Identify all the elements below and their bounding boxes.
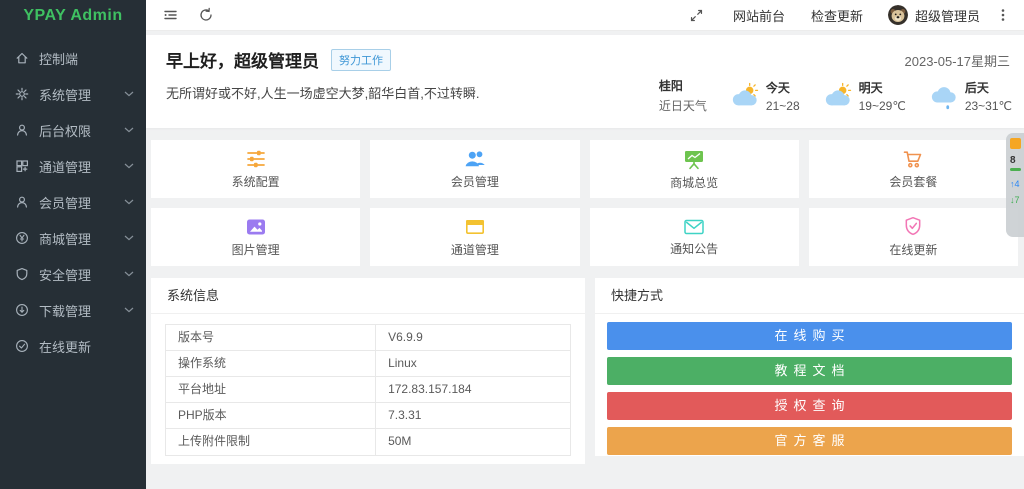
envelope-icon — [682, 218, 706, 236]
topbar-right: 网站前台 检查更新 超级管理员 — [689, 5, 1016, 25]
quick-shortcuts-panel: 快捷方式 在线购买 教程文档 授权查询 官方客服 — [595, 278, 1024, 456]
chevron-down-icon — [124, 163, 134, 169]
greeting-title: 早上好，超级管理员 — [166, 47, 319, 72]
sidebar-item-console[interactable]: 控制端 — [0, 40, 146, 76]
weather-day-today: 今天 21~28 — [729, 79, 800, 113]
tutorial-docs-button[interactable]: 教程文档 — [607, 357, 1012, 385]
weather-day-tomorrow: 明天 19~29℃ — [822, 79, 906, 113]
chevron-down-icon — [124, 127, 134, 133]
collapse-menu-icon[interactable] — [162, 7, 178, 23]
channels-icon — [15, 159, 29, 173]
app-logo: YPAY Admin — [0, 0, 146, 32]
quick-shortcuts-list: 在线购买 教程文档 授权查询 官方客服 — [595, 314, 1024, 455]
table-row: 平台地址 172.83.157.184 — [166, 377, 570, 403]
sidebar-item-mall[interactable]: 商城管理 — [0, 220, 146, 256]
shortcut-cards: 系统配置 会员管理 商城总览 会员套餐 图片管理 — [151, 140, 1018, 266]
card-member-plans[interactable]: 会员套餐 — [809, 140, 1018, 198]
widget-score: 8 — [1010, 155, 1024, 166]
widget-up-stat: ↑4 — [1010, 179, 1024, 189]
more-menu-icon[interactable] — [996, 7, 1010, 23]
system-info-panel: 系统信息 版本号 V6.9.9 操作系统 Linux 平台地址 172.83.1… — [151, 278, 585, 464]
chevron-down-icon — [124, 199, 134, 205]
home-icon — [15, 51, 29, 65]
current-date: 2023-05-17星期三 — [905, 51, 1011, 70]
gear-icon — [15, 87, 29, 101]
sidebar-item-system[interactable]: 系统管理 — [0, 76, 146, 112]
check-update-link[interactable]: 检查更新 — [798, 6, 876, 25]
sidebar-item-security[interactable]: 安全管理 — [0, 256, 146, 292]
sidebar: YPAY Admin 控制端 系统管理 后台权限 — [0, 0, 146, 489]
sidebar-item-online-update[interactable]: 在线更新 — [0, 328, 146, 364]
refresh-icon[interactable] — [198, 7, 214, 23]
card-mall-overview[interactable]: 商城总览 — [590, 140, 799, 198]
table-row: 上传附件限制 50M — [166, 429, 570, 455]
weather-widget: 桂阳 近日天气 今天 21~28 明天 19~29℃ — [659, 77, 1012, 114]
card-notice[interactable]: 通知公告 — [590, 208, 799, 266]
greeting-title-row: 早上好，超级管理员 努力工作 — [166, 47, 391, 72]
card-member-manage[interactable]: 会员管理 — [370, 140, 579, 198]
weather-city: 桂阳 近日天气 — [659, 77, 707, 114]
topbar: 网站前台 检查更新 超级管理员 — [146, 0, 1024, 31]
table-row: 操作系统 Linux — [166, 351, 570, 377]
sidebar-item-admin-perms[interactable]: 后台权限 — [0, 112, 146, 148]
current-user[interactable]: 超级管理员 — [915, 6, 980, 25]
main-content: 早上好，超级管理员 努力工作 2023-05-17星期三 无所谓好或不好,人生一… — [146, 31, 1024, 489]
chevron-down-icon — [124, 271, 134, 277]
user-icon — [15, 195, 29, 209]
card-image-manage[interactable]: 图片管理 — [151, 208, 360, 266]
shield-check-icon — [902, 216, 924, 237]
sidebar-menu: 控制端 系统管理 后台权限 通道管理 — [0, 40, 146, 364]
fullscreen-icon[interactable] — [689, 8, 704, 23]
user-icon — [15, 123, 29, 137]
yen-circle-icon — [15, 231, 29, 245]
card-system-config[interactable]: 系统配置 — [151, 140, 360, 198]
greeting-panel: 早上好，超级管理员 努力工作 2023-05-17星期三 无所谓好或不好,人生一… — [146, 35, 1024, 128]
presentation-board-icon — [682, 148, 706, 170]
widget-down-stat: ↓7 — [1010, 195, 1024, 205]
sliders-icon — [244, 149, 268, 169]
rain-cloud-icon — [928, 82, 960, 110]
weather-day-after: 后天 23~31℃ — [928, 79, 1012, 113]
table-row: PHP版本 7.3.31 — [166, 403, 570, 429]
sidebar-item-downloads[interactable]: 下载管理 — [0, 292, 146, 328]
table-row: 版本号 V6.9.9 — [166, 325, 570, 351]
sidebar-item-members[interactable]: 会员管理 — [0, 184, 146, 220]
widget-progress-bar — [1010, 168, 1021, 171]
partly-cloudy-icon — [822, 82, 854, 110]
license-query-button[interactable]: 授权查询 — [607, 392, 1012, 420]
chevron-down-icon — [124, 235, 134, 241]
buy-online-button[interactable]: 在线购买 — [607, 322, 1012, 350]
frontend-link[interactable]: 网站前台 — [720, 6, 798, 25]
shield-icon — [15, 267, 29, 281]
card-channel-manage[interactable]: 通道管理 — [370, 208, 579, 266]
sidebar-item-channels[interactable]: 通道管理 — [0, 148, 146, 184]
floating-widget[interactable]: 8 ↑4 ↓7 — [1006, 133, 1024, 237]
greeting-subtitle: 无所谓好或不好,人生一场虚空大梦,韶华白首,不过转瞬. — [166, 83, 479, 102]
window-icon — [463, 217, 487, 237]
download-circle-icon — [15, 303, 29, 317]
status-badge: 努力工作 — [331, 49, 391, 71]
quick-shortcuts-title: 快捷方式 — [595, 278, 1024, 314]
avatar[interactable] — [888, 5, 908, 25]
users-icon — [463, 149, 487, 169]
chevron-down-icon — [124, 91, 134, 97]
image-icon — [244, 217, 268, 237]
system-info-table: 版本号 V6.9.9 操作系统 Linux 平台地址 172.83.157.18… — [165, 324, 571, 456]
system-info-title: 系统信息 — [151, 278, 585, 314]
official-support-button[interactable]: 官方客服 — [607, 427, 1012, 455]
card-online-update[interactable]: 在线更新 — [809, 208, 1018, 266]
partly-cloudy-icon — [729, 82, 761, 110]
widget-app-icon — [1010, 138, 1021, 149]
chevron-down-icon — [124, 307, 134, 313]
check-circle-icon — [15, 339, 29, 353]
cart-icon — [901, 148, 925, 169]
